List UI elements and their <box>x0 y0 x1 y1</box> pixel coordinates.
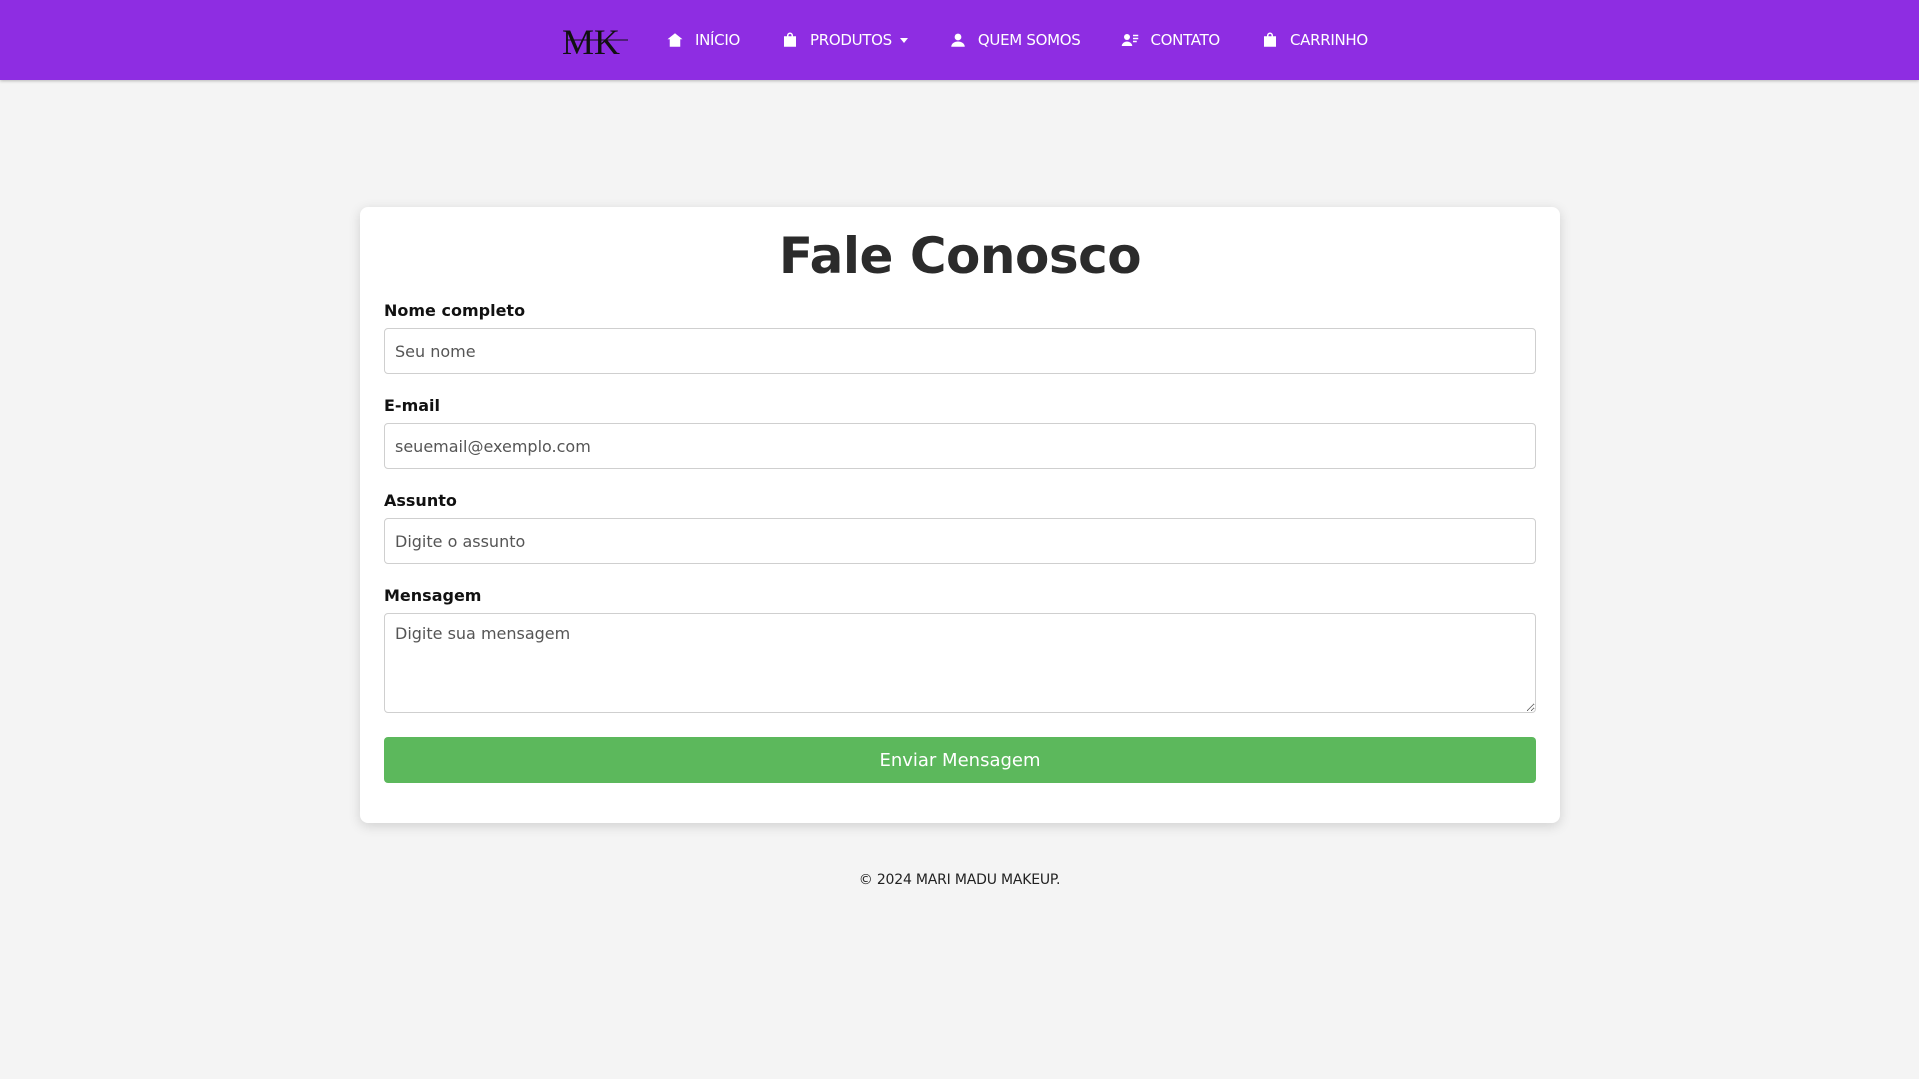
message-label: Mensagem <box>384 586 482 605</box>
shopping-bag-icon <box>781 31 799 49</box>
nav-item-label: CARRINHO <box>1289 31 1368 49</box>
shopping-bag-icon <box>1261 31 1279 49</box>
nav-item-quem-somos[interactable]: QUEM SOMOS <box>949 31 1081 49</box>
nav-item-inicio[interactable]: INÍCIO <box>666 31 740 49</box>
name-input[interactable] <box>384 328 1536 374</box>
email-input[interactable] <box>384 423 1536 469</box>
message-textarea[interactable] <box>384 613 1536 713</box>
email-label: E-mail <box>384 396 441 415</box>
user-icon <box>949 31 967 49</box>
page-title: Fale Conosco <box>778 227 1142 285</box>
nav-item-label: PRODUTOS <box>809 31 892 49</box>
top-navbar: MK INÍCIO PRODUTOS QUEM SOMOS CONTATO CA… <box>0 0 1919 80</box>
nav-item-label: CONTATO <box>1150 31 1220 49</box>
logo-text: MK <box>562 22 620 60</box>
home-icon <box>666 31 684 49</box>
submit-button[interactable]: Enviar Mensagem <box>384 737 1536 783</box>
chevron-down-icon <box>899 37 908 43</box>
nav-container: MK INÍCIO PRODUTOS QUEM SOMOS CONTATO CA… <box>562 0 1409 80</box>
brand-logo[interactable]: MK <box>562 20 632 60</box>
nav-item-contato[interactable]: CONTATO <box>1121 31 1220 49</box>
subject-label: Assunto <box>384 491 457 510</box>
nav-item-produtos[interactable]: PRODUTOS <box>781 31 908 49</box>
contact-card-icon <box>1121 31 1139 49</box>
subject-input[interactable] <box>384 518 1536 564</box>
nav-item-carrinho[interactable]: CARRINHO <box>1261 31 1368 49</box>
contact-form-card: Fale Conosco Nome completo E-mail Assunt… <box>360 207 1560 823</box>
nav-item-label: QUEM SOMOS <box>977 31 1081 49</box>
footer-copyright: © 2024 MARI MADU MAKEUP. <box>858 872 1061 888</box>
nav-item-label: INÍCIO <box>695 31 740 49</box>
name-label: Nome completo <box>384 301 526 320</box>
